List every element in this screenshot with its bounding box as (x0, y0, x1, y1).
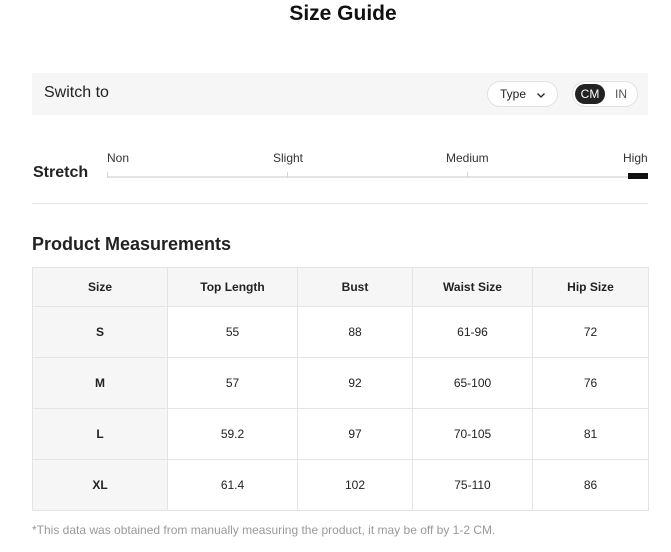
unit-toggle: CM IN (572, 81, 638, 107)
stretch-level-non: Non (107, 151, 130, 165)
waist-size-cell: 65-100 (412, 357, 533, 409)
unit-in-option[interactable]: IN (607, 84, 635, 104)
column-header-bust: Bust (297, 267, 413, 307)
top-length-cell: 59.2 (167, 408, 298, 460)
size-cell: XL (32, 459, 168, 511)
type-select-label: Type (500, 87, 527, 101)
measurements-table: Size Top Length Bust Waist Size Hip Size… (32, 267, 649, 511)
measurement-disclaimer: *This data was obtained from manually me… (32, 523, 496, 537)
bust-cell: 92 (297, 357, 413, 409)
unit-switch-bar: Switch to Type CM IN (32, 73, 648, 115)
table-row: S 55 88 61-96 72 (32, 306, 649, 358)
hip-size-cell: 76 (532, 357, 649, 409)
top-length-cell: 55 (167, 306, 298, 358)
table-row: L 59.2 97 70-105 81 (32, 408, 649, 460)
top-length-cell: 61.4 (167, 459, 298, 511)
stretch-track (107, 176, 648, 178)
unit-cm-option[interactable]: CM (575, 84, 605, 104)
stretch-indicator (628, 173, 648, 179)
hip-size-cell: 72 (532, 306, 649, 358)
table-header-row: Size Top Length Bust Waist Size Hip Size (32, 267, 649, 307)
size-cell: S (32, 306, 168, 358)
divider (32, 203, 648, 204)
measurements-title: Product Measurements (32, 234, 232, 254)
top-length-cell: 57 (167, 357, 298, 409)
bust-cell: 102 (297, 459, 413, 511)
page-title: Size Guide (289, 2, 397, 25)
stretch-level-high: High (623, 151, 648, 165)
stretch-tick (287, 172, 288, 178)
size-cell: M (32, 357, 168, 409)
hip-size-cell: 86 (532, 459, 649, 511)
stretch-tick (107, 172, 108, 178)
table-row: XL 61.4 102 75-110 86 (32, 459, 649, 511)
column-header-size: Size (32, 267, 168, 307)
stretch-tick (467, 172, 468, 178)
waist-size-cell: 75-110 (412, 459, 533, 511)
bust-cell: 97 (297, 408, 413, 460)
size-cell: L (32, 408, 168, 460)
stretch-level-slight: Slight (273, 151, 304, 165)
column-header-waist-size: Waist Size (412, 267, 533, 307)
stretch-level-medium: Medium (446, 151, 489, 165)
hip-size-cell: 81 (532, 408, 649, 460)
switch-label: Switch to (44, 84, 109, 101)
waist-size-cell: 70-105 (412, 408, 533, 460)
table-row: M 57 92 65-100 76 (32, 357, 649, 409)
bust-cell: 88 (297, 306, 413, 358)
column-header-hip-size: Hip Size (532, 267, 649, 307)
column-header-top-length: Top Length (167, 267, 298, 307)
chevron-down-icon (537, 93, 545, 98)
type-select[interactable]: Type (487, 81, 558, 107)
stretch-label: Stretch (33, 164, 89, 181)
waist-size-cell: 61-96 (412, 306, 533, 358)
